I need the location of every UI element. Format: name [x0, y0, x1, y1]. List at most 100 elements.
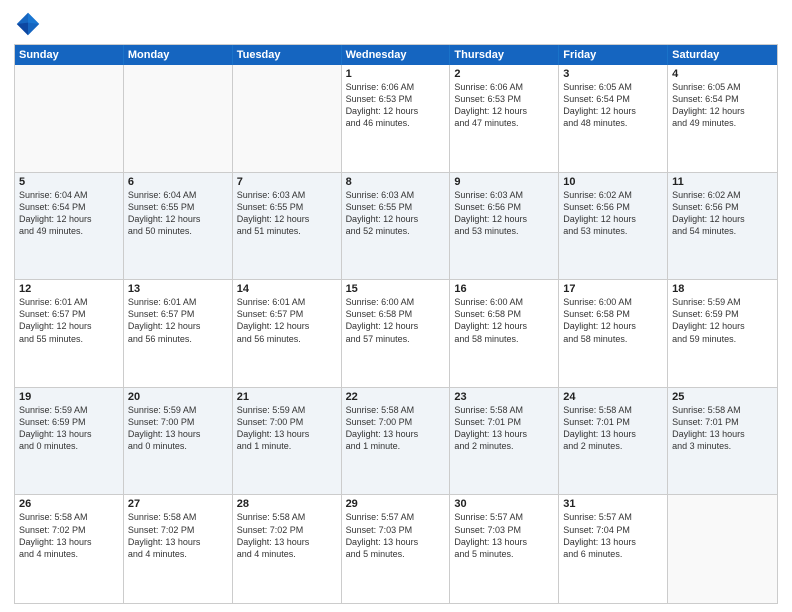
header-cell-monday: Monday	[124, 45, 233, 65]
day-cell-26: 26Sunrise: 5:58 AM Sunset: 7:02 PM Dayli…	[15, 495, 124, 603]
day-info: Sunrise: 6:03 AM Sunset: 6:55 PM Dayligh…	[346, 189, 446, 238]
day-info: Sunrise: 6:01 AM Sunset: 6:57 PM Dayligh…	[237, 296, 337, 345]
day-number: 30	[454, 498, 554, 510]
day-info: Sunrise: 6:01 AM Sunset: 6:57 PM Dayligh…	[128, 296, 228, 345]
day-cell-27: 27Sunrise: 5:58 AM Sunset: 7:02 PM Dayli…	[124, 495, 233, 603]
day-cell-19: 19Sunrise: 5:59 AM Sunset: 6:59 PM Dayli…	[15, 388, 124, 495]
calendar-row-1: 5Sunrise: 6:04 AM Sunset: 6:54 PM Daylig…	[15, 173, 777, 281]
day-cell-5: 5Sunrise: 6:04 AM Sunset: 6:54 PM Daylig…	[15, 173, 124, 280]
header	[14, 10, 778, 38]
day-cell-10: 10Sunrise: 6:02 AM Sunset: 6:56 PM Dayli…	[559, 173, 668, 280]
day-number: 20	[128, 391, 228, 403]
day-number: 15	[346, 283, 446, 295]
day-info: Sunrise: 6:05 AM Sunset: 6:54 PM Dayligh…	[563, 81, 663, 130]
day-number: 12	[19, 283, 119, 295]
day-info: Sunrise: 5:58 AM Sunset: 7:02 PM Dayligh…	[237, 511, 337, 560]
day-info: Sunrise: 6:00 AM Sunset: 6:58 PM Dayligh…	[346, 296, 446, 345]
day-info: Sunrise: 5:59 AM Sunset: 6:59 PM Dayligh…	[19, 404, 119, 453]
day-cell-12: 12Sunrise: 6:01 AM Sunset: 6:57 PM Dayli…	[15, 280, 124, 387]
day-info: Sunrise: 6:04 AM Sunset: 6:55 PM Dayligh…	[128, 189, 228, 238]
day-cell-13: 13Sunrise: 6:01 AM Sunset: 6:57 PM Dayli…	[124, 280, 233, 387]
day-number: 9	[454, 176, 554, 188]
day-info: Sunrise: 6:00 AM Sunset: 6:58 PM Dayligh…	[563, 296, 663, 345]
day-number: 22	[346, 391, 446, 403]
day-info: Sunrise: 6:00 AM Sunset: 6:58 PM Dayligh…	[454, 296, 554, 345]
day-info: Sunrise: 6:05 AM Sunset: 6:54 PM Dayligh…	[672, 81, 773, 130]
day-number: 23	[454, 391, 554, 403]
day-cell-18: 18Sunrise: 5:59 AM Sunset: 6:59 PM Dayli…	[668, 280, 777, 387]
page: SundayMondayTuesdayWednesdayThursdayFrid…	[0, 0, 792, 612]
day-number: 6	[128, 176, 228, 188]
day-info: Sunrise: 5:57 AM Sunset: 7:03 PM Dayligh…	[346, 511, 446, 560]
calendar-body: 1Sunrise: 6:06 AM Sunset: 6:53 PM Daylig…	[15, 65, 777, 603]
day-number: 7	[237, 176, 337, 188]
calendar: SundayMondayTuesdayWednesdayThursdayFrid…	[14, 44, 778, 604]
day-info: Sunrise: 5:58 AM Sunset: 7:02 PM Dayligh…	[19, 511, 119, 560]
day-cell-16: 16Sunrise: 6:00 AM Sunset: 6:58 PM Dayli…	[450, 280, 559, 387]
day-info: Sunrise: 5:58 AM Sunset: 7:01 PM Dayligh…	[454, 404, 554, 453]
day-info: Sunrise: 6:06 AM Sunset: 6:53 PM Dayligh…	[346, 81, 446, 130]
day-cell-2: 2Sunrise: 6:06 AM Sunset: 6:53 PM Daylig…	[450, 65, 559, 172]
header-cell-sunday: Sunday	[15, 45, 124, 65]
day-info: Sunrise: 5:57 AM Sunset: 7:03 PM Dayligh…	[454, 511, 554, 560]
day-cell-28: 28Sunrise: 5:58 AM Sunset: 7:02 PM Dayli…	[233, 495, 342, 603]
header-cell-thursday: Thursday	[450, 45, 559, 65]
day-cell-4: 4Sunrise: 6:05 AM Sunset: 6:54 PM Daylig…	[668, 65, 777, 172]
day-cell-3: 3Sunrise: 6:05 AM Sunset: 6:54 PM Daylig…	[559, 65, 668, 172]
calendar-row-4: 26Sunrise: 5:58 AM Sunset: 7:02 PM Dayli…	[15, 495, 777, 603]
day-number: 25	[672, 391, 773, 403]
day-number: 4	[672, 68, 773, 80]
calendar-row-3: 19Sunrise: 5:59 AM Sunset: 6:59 PM Dayli…	[15, 388, 777, 496]
day-info: Sunrise: 5:58 AM Sunset: 7:00 PM Dayligh…	[346, 404, 446, 453]
calendar-header: SundayMondayTuesdayWednesdayThursdayFrid…	[15, 45, 777, 65]
day-number: 16	[454, 283, 554, 295]
day-cell-9: 9Sunrise: 6:03 AM Sunset: 6:56 PM Daylig…	[450, 173, 559, 280]
logo-icon	[14, 10, 42, 38]
day-cell-22: 22Sunrise: 5:58 AM Sunset: 7:00 PM Dayli…	[342, 388, 451, 495]
day-info: Sunrise: 6:04 AM Sunset: 6:54 PM Dayligh…	[19, 189, 119, 238]
day-number: 1	[346, 68, 446, 80]
day-cell-17: 17Sunrise: 6:00 AM Sunset: 6:58 PM Dayli…	[559, 280, 668, 387]
day-info: Sunrise: 6:03 AM Sunset: 6:56 PM Dayligh…	[454, 189, 554, 238]
day-info: Sunrise: 5:59 AM Sunset: 6:59 PM Dayligh…	[672, 296, 773, 345]
day-number: 26	[19, 498, 119, 510]
day-number: 24	[563, 391, 663, 403]
day-info: Sunrise: 5:57 AM Sunset: 7:04 PM Dayligh…	[563, 511, 663, 560]
day-info: Sunrise: 5:59 AM Sunset: 7:00 PM Dayligh…	[128, 404, 228, 453]
empty-cell-0-0	[15, 65, 124, 172]
day-number: 29	[346, 498, 446, 510]
day-info: Sunrise: 6:02 AM Sunset: 6:56 PM Dayligh…	[563, 189, 663, 238]
header-cell-tuesday: Tuesday	[233, 45, 342, 65]
day-info: Sunrise: 6:01 AM Sunset: 6:57 PM Dayligh…	[19, 296, 119, 345]
day-info: Sunrise: 6:03 AM Sunset: 6:55 PM Dayligh…	[237, 189, 337, 238]
day-number: 28	[237, 498, 337, 510]
calendar-row-2: 12Sunrise: 6:01 AM Sunset: 6:57 PM Dayli…	[15, 280, 777, 388]
calendar-row-0: 1Sunrise: 6:06 AM Sunset: 6:53 PM Daylig…	[15, 65, 777, 173]
day-cell-1: 1Sunrise: 6:06 AM Sunset: 6:53 PM Daylig…	[342, 65, 451, 172]
day-cell-8: 8Sunrise: 6:03 AM Sunset: 6:55 PM Daylig…	[342, 173, 451, 280]
day-number: 21	[237, 391, 337, 403]
day-info: Sunrise: 5:58 AM Sunset: 7:01 PM Dayligh…	[563, 404, 663, 453]
day-cell-6: 6Sunrise: 6:04 AM Sunset: 6:55 PM Daylig…	[124, 173, 233, 280]
day-cell-15: 15Sunrise: 6:00 AM Sunset: 6:58 PM Dayli…	[342, 280, 451, 387]
day-number: 19	[19, 391, 119, 403]
day-number: 31	[563, 498, 663, 510]
day-cell-29: 29Sunrise: 5:57 AM Sunset: 7:03 PM Dayli…	[342, 495, 451, 603]
day-number: 14	[237, 283, 337, 295]
header-cell-saturday: Saturday	[668, 45, 777, 65]
day-number: 11	[672, 176, 773, 188]
day-cell-20: 20Sunrise: 5:59 AM Sunset: 7:00 PM Dayli…	[124, 388, 233, 495]
day-number: 18	[672, 283, 773, 295]
day-cell-25: 25Sunrise: 5:58 AM Sunset: 7:01 PM Dayli…	[668, 388, 777, 495]
day-cell-30: 30Sunrise: 5:57 AM Sunset: 7:03 PM Dayli…	[450, 495, 559, 603]
day-number: 17	[563, 283, 663, 295]
day-number: 27	[128, 498, 228, 510]
day-number: 10	[563, 176, 663, 188]
day-info: Sunrise: 5:58 AM Sunset: 7:01 PM Dayligh…	[672, 404, 773, 453]
empty-cell-4-6	[668, 495, 777, 603]
logo	[14, 10, 46, 38]
day-cell-14: 14Sunrise: 6:01 AM Sunset: 6:57 PM Dayli…	[233, 280, 342, 387]
header-cell-friday: Friday	[559, 45, 668, 65]
day-info: Sunrise: 5:58 AM Sunset: 7:02 PM Dayligh…	[128, 511, 228, 560]
empty-cell-0-2	[233, 65, 342, 172]
